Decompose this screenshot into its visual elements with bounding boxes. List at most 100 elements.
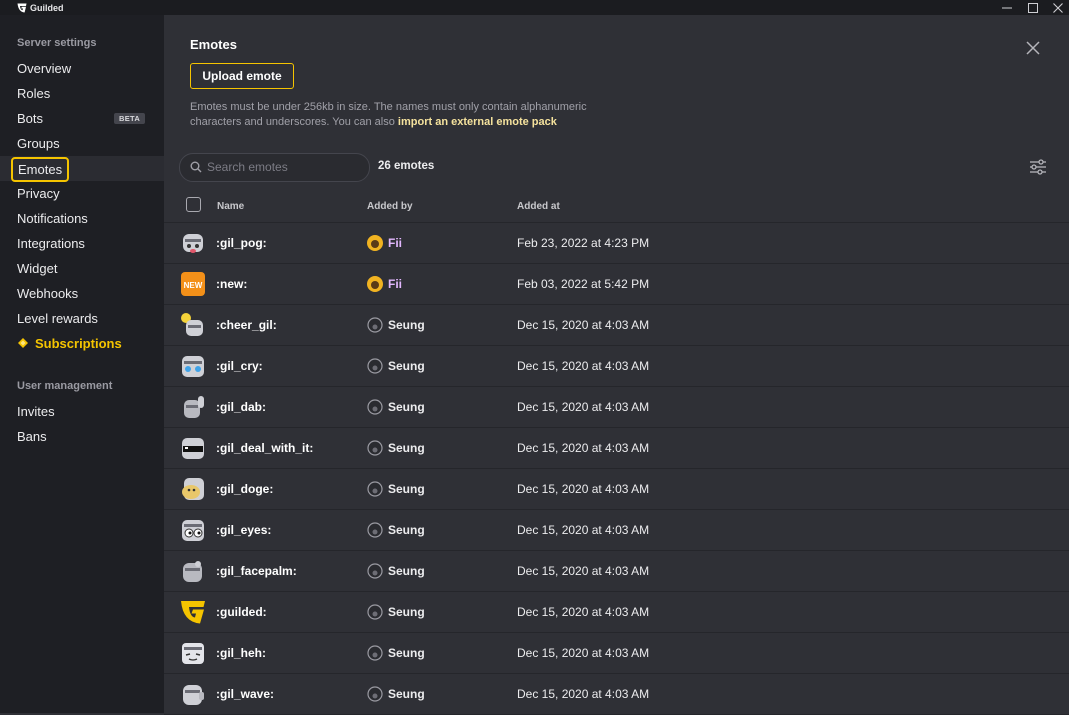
table-row[interactable]: :gil_cry: Seung Dec 15, 2020 at 4:03 AM [164,346,1069,387]
sidebar-item-bots[interactable]: Bots BETA [0,106,164,131]
table-row[interactable]: NEW :new: Fii Feb 03, 2022 at 5:42 PM [164,264,1069,305]
sidebar-item-label: Bots [17,111,44,126]
added-at-date: Dec 15, 2020 at 4:03 AM [517,359,650,373]
sidebar-item-notifications[interactable]: Notifications [0,206,164,231]
sidebar-item-groups[interactable]: Groups [0,131,164,156]
added-by-user[interactable]: Seung [388,441,425,455]
gil-cry-icon [182,356,204,377]
user-avatar-seung [367,563,383,579]
search-input[interactable] [207,154,362,179]
added-at-date: Dec 15, 2020 at 4:03 AM [517,441,650,455]
emote-name: :gil_deal_with_it: [216,441,314,455]
sidebar-item-roles[interactable]: Roles [0,81,164,106]
added-at-date: Dec 15, 2020 at 4:03 AM [517,318,650,332]
minimize-icon [1002,7,1012,8]
table-row[interactable]: :gil_heh: Seung Dec 15, 2020 at 4:03 AM [164,633,1069,674]
sidebar-item-bans[interactable]: Bans [0,424,164,449]
gil-pog-icon [183,234,203,253]
sidebar-item-emotes[interactable]: Emotes [0,156,164,182]
sidebar-item-integrations[interactable]: Integrations [0,231,164,256]
table-row[interactable]: :cheer_gil: Seung Dec 15, 2020 at 4:03 A… [164,305,1069,346]
user-avatar-seung [367,604,383,620]
sidebar-item-label: Webhooks [17,286,79,301]
sidebar-item-privacy[interactable]: Privacy [0,181,164,206]
sidebar-item-overview[interactable]: Overview [0,56,164,81]
gil-deal-with-it-icon [182,438,204,459]
emote-name: :gil_doge: [216,482,274,496]
close-icon [1026,41,1040,55]
table-row[interactable]: :gil_deal_with_it: Seung Dec 15, 2020 at… [164,428,1069,469]
maximize-button[interactable] [1021,0,1045,15]
sidebar-item-label: Overview [17,61,72,76]
sidebar-item-widget[interactable]: Widget [0,256,164,281]
added-by-user[interactable]: Seung [388,482,425,496]
table-row[interactable]: :gil_pog: Fii Feb 23, 2022 at 4:23 PM [164,223,1069,264]
added-by-user[interactable]: Seung [388,646,425,660]
cheer-gil-icon [181,313,203,336]
sidebar-item-subscriptions[interactable]: Subscriptions [0,331,164,356]
emote-name: :gil_dab: [216,400,266,414]
sidebar-item-label: Bans [17,429,47,444]
emote-info-text: Emotes must be under 256kb in size. The … [190,100,620,130]
filter-sliders-icon [1030,159,1046,175]
added-at-date: Dec 15, 2020 at 4:03 AM [517,482,650,496]
user-avatar-seung [367,481,383,497]
new-badge-icon: NEW [181,272,205,296]
user-avatar-fii [367,276,383,292]
added-at-date: Dec 15, 2020 at 4:03 AM [517,523,650,537]
close-window-button[interactable] [1046,0,1069,15]
user-avatar-fii [367,235,383,251]
close-settings-button[interactable] [1024,39,1042,57]
sidebar-item-label: Integrations [17,236,85,251]
user-avatar-seung [367,358,383,374]
sidebar-item-label: Invites [17,404,55,419]
emotes-panel: Emotes Upload emote Emotes must be under… [164,15,1069,715]
emote-name: :gil_heh: [216,646,266,660]
settings-sidebar: Server settings Overview Roles Bots BETA… [0,15,164,713]
added-by-user[interactable]: Seung [388,400,425,414]
added-by-user[interactable]: Seung [388,605,425,619]
gil-dab-icon [184,396,204,418]
sidebar-item-level-rewards[interactable]: Level rewards [0,306,164,331]
sidebar-item-webhooks[interactable]: Webhooks [0,281,164,306]
emote-name: :gil_pog: [216,236,267,250]
guilded-logo-icon [181,601,205,624]
sidebar-item-invites[interactable]: Invites [0,399,164,424]
user-avatar-seung [367,522,383,538]
import-emote-pack-link[interactable]: import an external emote pack [398,116,557,128]
emote-name: :gil_wave: [216,687,275,701]
table-row[interactable]: :guilded: Seung Dec 15, 2020 at 4:03 AM [164,592,1069,633]
table-row[interactable]: :gil_dab: Seung Dec 15, 2020 at 4:03 AM [164,387,1069,428]
filter-button[interactable] [1029,159,1047,175]
emote-name: :cheer_gil: [216,318,277,332]
user-avatar-seung [367,317,383,333]
table-row[interactable]: :gil_doge: Seung Dec 15, 2020 at 4:03 AM [164,469,1069,510]
sidebar-item-label: Emotes [11,157,70,182]
emote-name: :new: [216,277,248,291]
upload-emote-button[interactable]: Upload emote [190,63,294,89]
column-header-name[interactable]: Name [217,201,244,212]
emote-name: :gil_facepalm: [216,564,297,578]
gil-eyes-icon [182,520,204,541]
table-row[interactable]: :gil_eyes: Seung Dec 15, 2020 at 4:03 AM [164,510,1069,551]
added-by-user[interactable]: Seung [388,318,425,332]
added-at-date: Feb 03, 2022 at 5:42 PM [517,277,650,291]
column-header-added-at[interactable]: Added at [517,201,560,212]
user-avatar-seung [367,686,383,702]
maximize-icon [1028,2,1038,13]
added-by-user[interactable]: Seung [388,687,425,701]
sidebar-item-label: Notifications [17,211,88,226]
added-by-user[interactable]: Fii [388,236,402,250]
search-icon [190,161,202,173]
table-row[interactable]: :gil_wave: Seung Dec 15, 2020 at 4:03 AM [164,674,1069,715]
added-by-user[interactable]: Seung [388,523,425,537]
search-box[interactable] [179,153,370,182]
minimize-button[interactable] [995,0,1019,15]
table-row[interactable]: :gil_facepalm: Seung Dec 15, 2020 at 4:0… [164,551,1069,592]
select-all-checkbox[interactable] [186,197,201,212]
added-by-user[interactable]: Seung [388,359,425,373]
column-header-added-by[interactable]: Added by [367,201,413,212]
added-by-user[interactable]: Fii [388,277,402,291]
added-by-user[interactable]: Seung [388,564,425,578]
gil-wave-icon [183,685,204,705]
